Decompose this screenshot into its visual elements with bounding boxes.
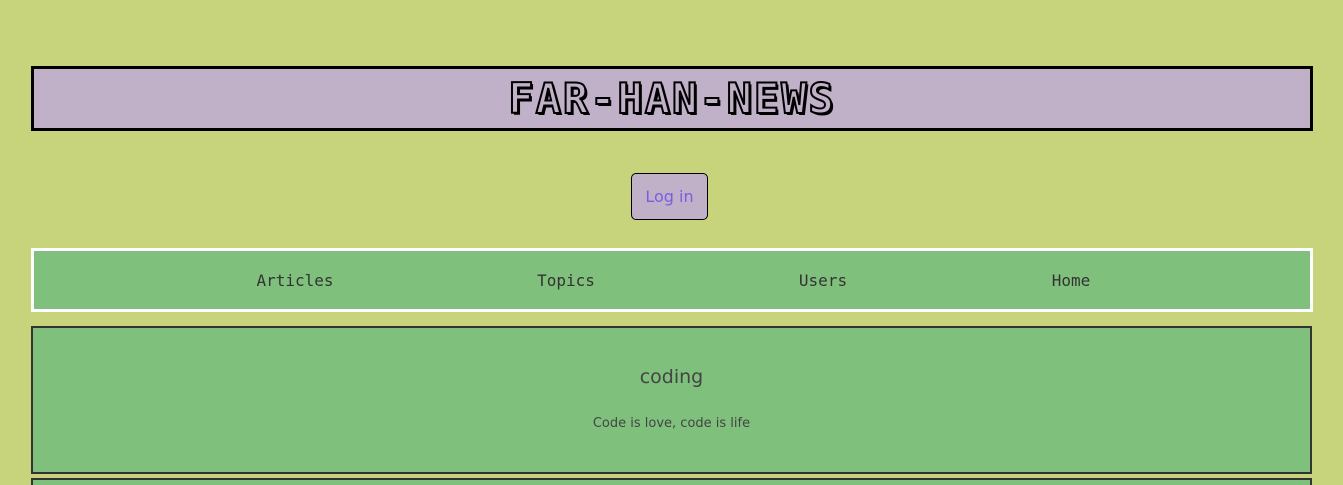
nav-item-articles[interactable]: Articles	[256, 251, 333, 309]
topic-description: Code is love, code is life	[592, 416, 751, 431]
topic-name[interactable]: coding	[33, 366, 1310, 388]
nav-item-users[interactable]: Users	[799, 251, 847, 309]
topic-card[interactable]	[31, 478, 1312, 485]
site-header: FAR-HAN-NEWS	[31, 66, 1313, 131]
page: FAR-HAN-NEWS Log in Articles Topics User…	[0, 0, 1343, 485]
nav-item-home[interactable]: Home	[1052, 251, 1091, 309]
topic-card[interactable]: coding Code is love, code is life	[31, 326, 1312, 474]
main-nav: Articles Topics Users Home	[31, 248, 1313, 312]
site-title[interactable]: FAR-HAN-NEWS	[507, 76, 835, 120]
nav-item-topics[interactable]: Topics	[537, 251, 595, 309]
login-button[interactable]: Log in	[631, 173, 708, 220]
